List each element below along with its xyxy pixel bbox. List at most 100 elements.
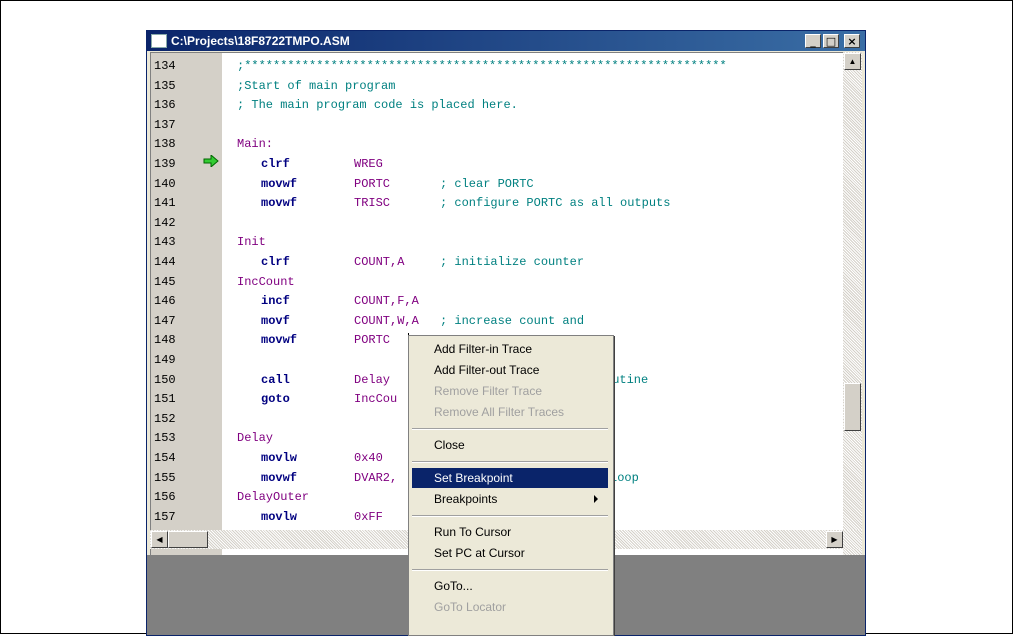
menu-item-goto-locator: GoTo Locator [412,597,608,617]
code-line[interactable]: movf COUNT,W,A ; increase count and [237,312,837,330]
line-number: 145 [154,274,176,289]
menu-item-add-filter-in-trace[interactable]: Add Filter-in Trace [412,339,608,359]
line-comment: ; clear PORTC [440,176,534,191]
instruction-operand: COUNT,A [354,255,405,269]
program-counter-arrow-icon [203,155,219,167]
line-number: 144 [154,255,176,269]
line-number: 136 [154,98,176,113]
instruction-operand: TRISC [354,196,391,211]
code-line[interactable]: Init [237,233,837,251]
instruction-operand: 0xFF [354,509,383,524]
instruction-mnemonic: movlw [261,451,298,465]
scroll-left-button[interactable]: ◀ [151,531,168,548]
line-number: 134 [154,59,176,73]
line-number: 154 [154,451,176,465]
instruction-operand: PORTC [354,333,391,348]
code-line[interactable]: IncCount [237,273,837,291]
code-line[interactable]: ;Start of main program [237,77,837,95]
code-line[interactable]: movwf TRISC ; configure PORTC as all outpu… [237,194,837,212]
menu-item-label: GoTo... [434,579,473,593]
menu-separator [412,461,608,463]
line-number: 147 [154,313,176,328]
menu-item-label: Add Filter-in Trace [434,342,533,356]
menu-item-label: Set PC at Cursor [434,546,525,560]
line-number: 146 [154,294,176,309]
maximize-button[interactable]: □ [823,34,839,48]
line-number: 139 [154,157,176,171]
horizontal-scroll-thumb[interactable] [168,531,208,548]
instruction-operand: Delay [354,372,391,387]
code-line[interactable]: Main: [237,135,837,153]
line-number: 151 [154,392,176,407]
line-comment: ; configure PORTC as all outputs [440,196,671,211]
line-comment: ; increase count and [440,313,585,328]
menu-item-set-pc-at-cursor[interactable]: Set PC at Cursor [412,543,608,563]
instruction-mnemonic: call [261,372,290,387]
minimize-button[interactable]: _ [805,34,821,48]
scroll-right-button[interactable]: ▶ [826,531,843,548]
instruction-operand: COUNT,W,A [354,313,419,328]
menu-item-run-to-cursor[interactable]: Run To Cursor [412,522,608,542]
line-number: 135 [154,78,176,93]
instruction-operand: PORTC [354,176,391,191]
line-number: 137 [154,117,176,132]
line-number: 153 [154,431,176,446]
vertical-scrollbar[interactable]: ▲ ▼ [843,52,862,557]
vertical-scroll-thumb[interactable] [844,383,861,431]
instruction-mnemonic: movwf [261,176,298,191]
code-line[interactable] [237,116,837,134]
menu-item-label: Remove All Filter Traces [434,405,565,419]
instruction-operand: DVAR2, [354,470,398,485]
window-title: C:\Projects\18F8722TMPO.ASM [171,34,350,48]
instruction-operand: WREG [354,157,383,171]
code-line[interactable]: clrf WREG [237,155,837,173]
line-comment: ; initialize counter [440,255,585,269]
menu-item-remove-all-filter-traces: Remove All Filter Traces [412,402,608,422]
instruction-mnemonic: goto [261,392,290,407]
line-number: 152 [154,411,176,426]
menu-item-label: GoTo Locator [434,600,507,614]
submenu-arrow-icon [594,495,598,503]
scroll-up-button[interactable]: ▲ [844,53,861,70]
menu-separator [412,515,608,517]
code-line[interactable]: movwf PORTC ; clear PORTC [237,175,837,193]
menu-item-goto[interactable]: GoTo... [412,576,608,596]
menu-item-remove-filter-trace: Remove Filter Trace [412,381,608,401]
menu-separator [412,569,608,571]
file-icon [151,34,167,48]
code-line[interactable] [237,214,837,232]
instruction-mnemonic: incf [261,294,290,309]
instruction-operand: IncCou [354,392,398,407]
instruction-mnemonic: movlw [261,509,298,524]
code-line[interactable]: incf COUNT,F,A [237,292,837,310]
code-line[interactable]: clrf COUNT,A ; initialize counter [237,253,837,271]
instruction-mnemonic: movwf [261,470,298,485]
line-number: 156 [154,490,176,505]
line-number: 150 [154,372,176,387]
menu-separator [412,428,608,430]
instruction-mnemonic: clrf [261,255,290,269]
line-number: 143 [154,235,176,250]
context-menu: Add Filter-in Trace Add Filter-out Trace R… [408,335,614,636]
instruction-mnemonic: movwf [261,196,298,211]
code-line[interactable]: ; The main program code is placed here. [237,96,837,114]
line-number: 142 [154,215,176,230]
instruction-operand: COUNT,F,A [354,294,419,309]
title-bar[interactable]: C:\Projects\18F8722TMPO.ASM _ □ × [147,31,865,51]
line-number: 149 [154,353,176,367]
menu-item-add-filter-out-trace[interactable]: Add Filter-out Trace [412,360,608,380]
instruction-operand: 0x40 [354,451,383,465]
menu-item-set-breakpoint[interactable]: Set Breakpoint [412,468,608,488]
menu-item-close[interactable]: Close [412,435,608,455]
code-line[interactable]: ;***************************************… [237,57,837,75]
menu-item-breakpoints[interactable]: Breakpoints [412,489,608,509]
menu-item-label: Set Breakpoint [434,471,513,485]
line-number: 157 [154,509,176,524]
line-number: 155 [154,470,176,485]
menu-item-label: Breakpoints [434,492,498,506]
line-number: 141 [154,196,176,211]
line-comment: loop [610,470,639,485]
instruction-mnemonic: clrf [261,157,290,171]
line-number: 140 [154,176,176,191]
close-button[interactable]: × [844,34,860,48]
